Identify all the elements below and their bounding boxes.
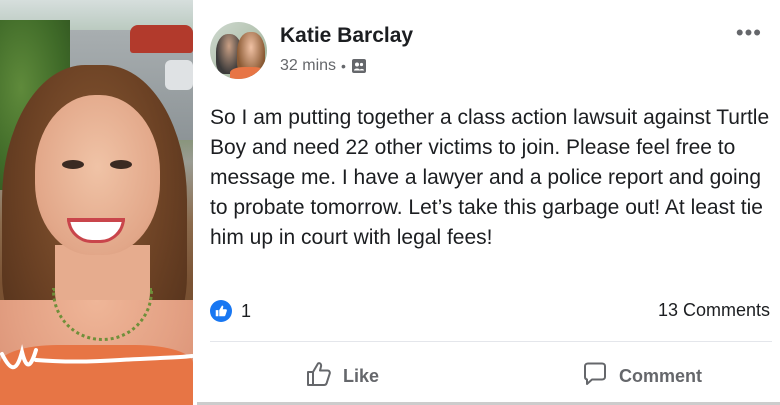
avatar-shirt [230,67,267,79]
photo-red-car [130,25,193,53]
post-meta: 32 mins • [280,57,367,75]
photo-eye-left [62,160,84,169]
comment-bubble-icon [581,360,609,393]
thumbs-up-icon [305,360,333,393]
post-timestamp[interactable]: 32 mins [280,57,336,75]
author-avatar[interactable] [210,22,267,79]
post-text: So I am putting together a class action … [210,106,770,249]
reaction-count: 1 [241,300,252,321]
meta-separator: • [341,58,346,74]
profile-photo [0,0,193,405]
like-button-label: Like [343,366,380,386]
group-audience-icon [351,58,367,74]
reactions-summary[interactable]: 1 [210,300,251,322]
actions-divider [210,341,772,342]
comments-count-link[interactable]: 13 Comments [658,300,770,321]
like-button[interactable]: Like [305,360,379,393]
photo-scribble-overlay [0,344,193,370]
more-options-button[interactable]: ••• [736,22,762,44]
photo-eye-right [110,160,132,169]
comment-button-label: Comment [619,366,703,386]
photo-white-car [165,60,193,90]
author-name[interactable]: Katie Barclay [280,24,413,48]
comment-button[interactable]: Comment [581,360,702,393]
like-reaction-icon [210,300,232,322]
post-card: Katie Barclay 32 mins • ••• So I am putt… [197,0,780,405]
